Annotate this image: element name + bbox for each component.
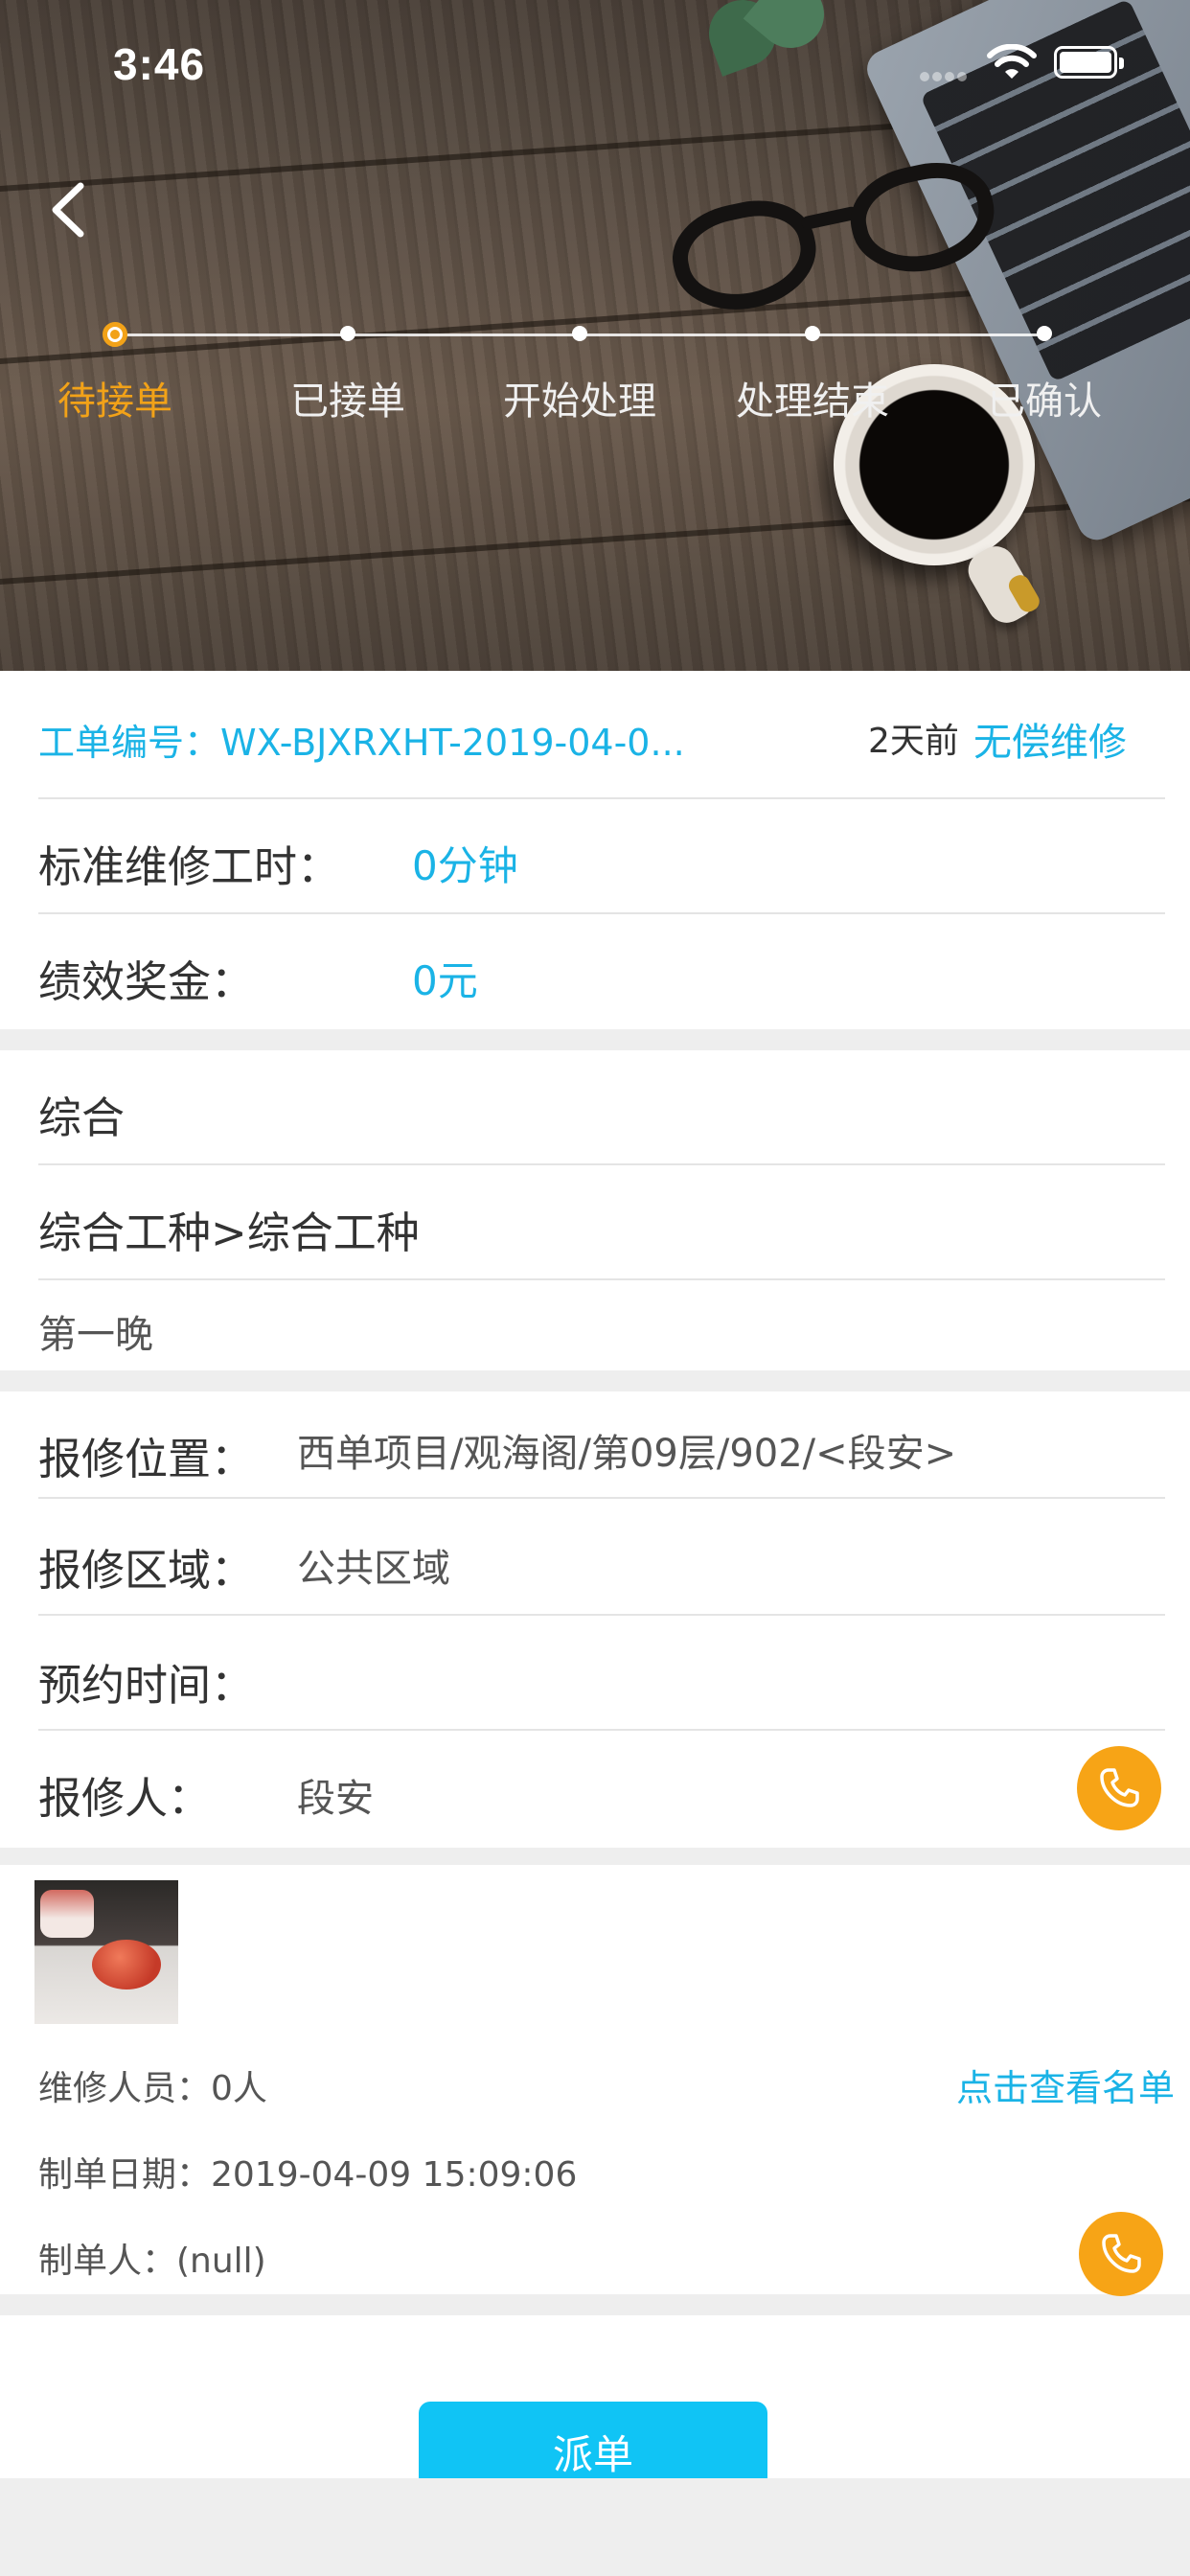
repair-photo[interactable] [34,1880,178,2024]
step-label-accepted: 已接单 [290,380,405,424]
bonus-row: 绩效奖金： 0元 [38,914,1165,1029]
location-value: 西单项目/观海阁/第09层/902/<段安> [297,1432,957,1476]
appointment-row: 预约时间： [38,1616,1165,1731]
std-hours-label: 标准维修工时： [38,841,341,892]
appointment-label: 预约时间： [38,1660,255,1711]
creator: 制单人：(null) [38,2242,266,2281]
area-row: 报修区域： 公共区域 [38,1499,1165,1616]
header-banner: 3:46 待接单 已接单 开始处理 处理结束 已确认 [0,0,1190,671]
step-dot [340,326,355,341]
bonus-value: 0元 [412,957,478,1004]
location-row: 报修位置： 西单项目/观海阁/第09层/902/<段安> [38,1392,1165,1499]
repair-info-section: 报修位置： 西单项目/观海阁/第09层/902/<段安> 报修区域： 公共区域 … [0,1392,1190,1848]
bottom-bar [0,2478,1190,2576]
area-label: 报修区域： [38,1545,255,1596]
status-time: 3:46 [113,39,206,89]
reporter-value: 段安 [297,1777,374,1821]
back-arrow-icon[interactable] [42,178,96,242]
staff-count: 维修人员：0人 [38,2069,267,2108]
category-main-row: 综合 [38,1050,1165,1165]
bonus-label: 绩效奖金： [38,956,255,1007]
phone-icon [1100,1768,1139,1807]
order-age: 2天前 [868,722,959,761]
step-dot [572,326,587,341]
order-number-row: 工单编号：WX-BJXRXHT-2019-04-0... 2天前 无偿维修 [38,671,1165,799]
dispatch-button[interactable]: 派单 [419,2402,767,2488]
wifi-icon [987,44,1037,79]
category-main: 综合 [38,1092,126,1143]
area-value: 公共区域 [297,1547,450,1591]
reporter-row: 报修人： 段安 [38,1731,1165,1848]
reporter-label: 报修人： [38,1773,212,1824]
created-date: 制单日期：2019-04-09 15:09:06 [38,2155,578,2195]
view-staff-list-link[interactable]: 点击查看名单 [956,2058,1175,2111]
description-text: 第一晚 [38,1313,153,1357]
details-section: 维修人员：0人 点击查看名单 制单日期：2019-04-09 15:09:06 … [0,1865,1190,2296]
battery-icon [1054,46,1124,79]
step-dot [1037,326,1052,341]
step-label-finished: 处理结束 [736,380,889,424]
step-label-processing: 开始处理 [503,380,656,424]
step-label-confirmed: 已确认 [987,380,1102,424]
step-dot [805,326,820,341]
progress-steps: 待接单 已接单 开始处理 处理结束 已确认 [0,307,1190,431]
step-label-pending: 待接单 [57,380,172,424]
order-type: 无偿维修 [973,721,1127,765]
category-section: 综合 综合工种>综合工种 第一晚 [0,1050,1190,1370]
category-sub-row: 综合工种>综合工种 [38,1165,1165,1280]
plant-decoration [690,0,843,77]
category-sub: 综合工种>综合工种 [38,1208,420,1258]
order-info-section: 工单编号：WX-BJXRXHT-2019-04-0... 2天前 无偿维修 标准… [0,671,1190,1029]
order-number: 工单编号：WX-BJXRXHT-2019-04-0... [38,722,685,764]
phone-icon [1102,2234,1141,2273]
location-label: 报修位置： [38,1434,255,1484]
description-row: 第一晚 [38,1280,1165,1370]
call-creator-button[interactable] [1079,2212,1163,2296]
std-hours-value: 0分钟 [412,842,518,889]
call-reporter-button[interactable] [1077,1746,1161,1830]
step-dot-active [103,322,127,347]
std-hours-row: 标准维修工时： 0分钟 [38,799,1165,914]
cellular-signal-icon [920,67,973,81]
